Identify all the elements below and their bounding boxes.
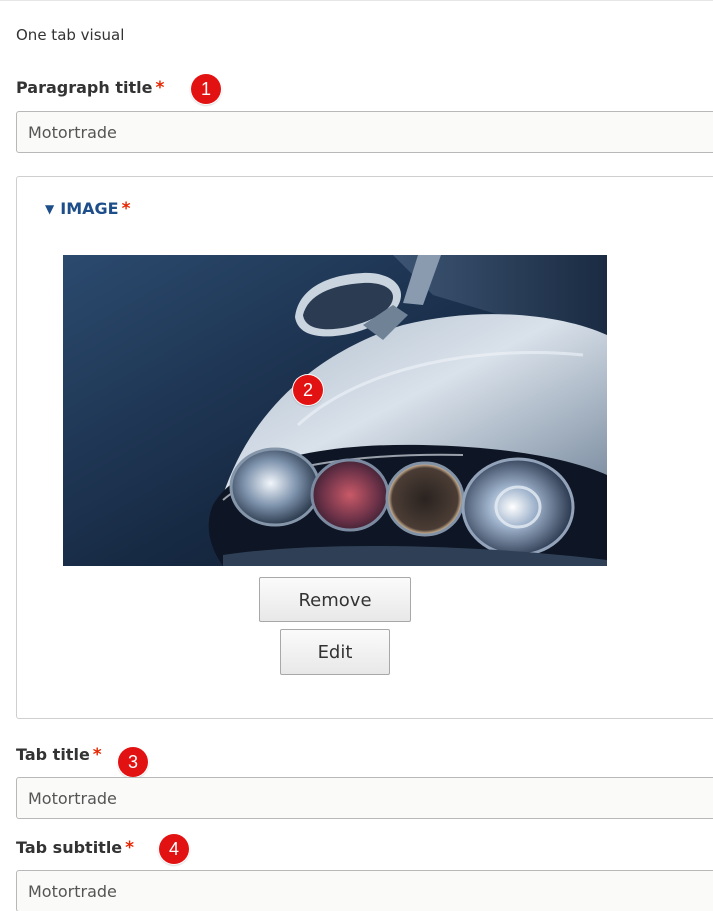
car-image-preview: 2: [63, 255, 607, 566]
top-divider: [0, 0, 713, 1]
annotation-badge-3: 3: [118, 747, 148, 777]
image-summary-toggle[interactable]: ▼ IMAGE *: [45, 199, 130, 219]
required-asterisk: *: [121, 199, 131, 219]
image-summary-label: IMAGE: [60, 199, 119, 218]
required-asterisk: *: [125, 838, 135, 858]
tab-subtitle-input[interactable]: [16, 870, 713, 911]
required-asterisk: *: [155, 78, 165, 98]
tab-title-input[interactable]: [16, 777, 713, 819]
section-label: One tab visual: [16, 26, 125, 44]
annotation-badge-2: 2: [293, 375, 323, 405]
required-asterisk: *: [92, 745, 102, 765]
annotation-badge-1: 1: [191, 74, 221, 104]
paragraph-title-label-text: Paragraph title: [16, 78, 153, 97]
edit-image-button[interactable]: Edit: [280, 629, 390, 675]
annotation-badge-4: 4: [159, 834, 189, 864]
form-page: One tab visual Paragraph title* 1 ▼IMAGE…: [0, 0, 713, 911]
tab-title-label-text: Tab title: [16, 745, 90, 764]
car-headlight-photo-icon: [63, 255, 607, 566]
tab-title-label: Tab title *: [16, 745, 102, 765]
paragraph-title-input[interactable]: [16, 111, 713, 153]
tab-subtitle-label-text: Tab subtitle: [16, 838, 123, 857]
paragraph-title-label: Paragraph title *: [16, 78, 164, 98]
image-fieldset: ▼ IMAGE * 2 Remove Edit: [16, 176, 713, 719]
collapse-triangle-icon: ▼: [45, 202, 55, 216]
remove-image-button[interactable]: Remove: [259, 577, 411, 622]
tab-subtitle-label: Tab subtitle *: [16, 838, 134, 858]
